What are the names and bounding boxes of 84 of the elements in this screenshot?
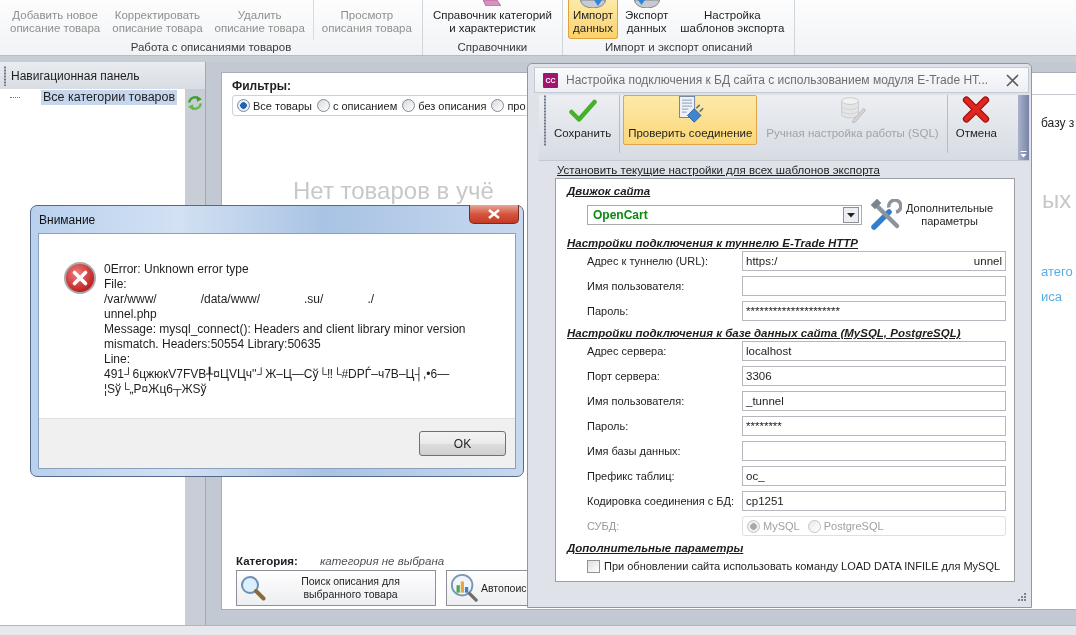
message-line: File: xyxy=(104,277,127,292)
text-field[interactable]: https:/ unnel xyxy=(742,251,1006,271)
radio-label: без описания xyxy=(418,99,487,112)
text-field[interactable]: cp1251 xyxy=(742,491,1006,511)
message-line: mismatch. Headers:50554 Library:50635 xyxy=(104,337,321,352)
field-label: Имя пользователя: xyxy=(587,395,686,407)
section-heading: Настройки подключения к базе данных сайта (MySQL, PostgreSQL) xyxy=(567,326,961,340)
radio-button[interactable] xyxy=(491,99,505,112)
ribbon-button[interactable]: Настройка шаблонов экспорта xyxy=(675,0,790,39)
field-label: Имя пользователя: xyxy=(587,280,686,292)
ribbon-button[interactable]: Импорт данных xyxy=(567,0,619,39)
dialog-title: Внимание xyxy=(39,212,96,227)
text-field[interactable]: oc_ xyxy=(742,466,1006,486)
section-heading: Настройки подключения к туннелю E-Trade HTTP xyxy=(567,236,859,250)
text-field[interactable]: ********************* xyxy=(742,301,1006,321)
close-button[interactable] xyxy=(1006,73,1019,87)
ribbon-button[interactable]: Справочник категорий и характеристик xyxy=(427,0,557,39)
toolbar-button[interactable]: Проверить соединение xyxy=(623,95,758,145)
toolbar-button[interactable]: Отмена xyxy=(950,95,1002,145)
chart-magnifier-icon xyxy=(450,574,478,602)
book-icon xyxy=(483,0,502,6)
radio-button[interactable] xyxy=(402,99,416,112)
toolbar-overflow-button[interactable] xyxy=(1018,95,1029,160)
extra-params-button[interactable]: Дополнительные параметры xyxy=(870,199,994,231)
checkbox-label: При обновлении сайта использовать команду LOAD DATA INFILE для MySQL xyxy=(604,560,1001,572)
close-button[interactable] xyxy=(469,205,519,224)
action-button[interactable]: Поиск описания для выбранного товара xyxy=(236,570,436,606)
disc-arrow-icon xyxy=(580,0,606,8)
field-label: Кодировка соединения с БД: xyxy=(587,495,736,507)
text-field[interactable] xyxy=(742,276,1006,296)
message-line: Line: xyxy=(104,352,131,366)
message-line: 491┘6цжюкV7FVB╀¤ЦVЦч''┘Ж–Ц—Сў└‼└#DPЃ–ч7В–Ц┤,•6—¦Sў└„Р¤Жц6┬ЖSў xyxy=(104,367,451,397)
field-label: Имя базы данных: xyxy=(587,445,682,457)
hint-text: базу з xyxy=(1041,116,1075,130)
field-label: Пароль: xyxy=(587,305,630,317)
field-label: Пароль: xyxy=(587,420,630,432)
field-label: Адрес сервера: xyxy=(587,345,668,357)
message-line: unnel.php xyxy=(104,307,157,322)
section-heading: Движок сайта xyxy=(567,184,651,198)
group-label: Импорт и экспорт описаний xyxy=(604,40,753,54)
radio-label: Все товары xyxy=(253,99,312,112)
apply-all-link[interactable]: Установить текущие настройки для всех шаблонов экспорта xyxy=(557,163,880,177)
field-label: СУБД: xyxy=(587,520,620,532)
engine-dropdown[interactable]: OpenCart xyxy=(587,205,862,225)
group-label: Справочники xyxy=(457,40,528,54)
radio-label: MySQL xyxy=(763,520,800,532)
text-field[interactable] xyxy=(742,441,1006,461)
field-label: Адрес к туннелю (URL): xyxy=(587,255,710,267)
close-icon xyxy=(1006,73,1019,87)
group-label: Работа с описаниями товаров xyxy=(130,40,292,54)
tools-icon xyxy=(870,199,902,231)
radio-button[interactable] xyxy=(237,99,250,112)
chevron-down-icon xyxy=(1020,151,1027,158)
magnifier-icon xyxy=(240,575,266,601)
toolbar-button[interactable]: Сохранить xyxy=(549,95,617,145)
message-line: /var/www/ /data/www/ .su/ ./ xyxy=(104,292,375,307)
category-label: Категория: xyxy=(236,555,298,567)
filters-title: Фильтры: xyxy=(232,80,291,93)
field-label: Префикс таблиц: xyxy=(587,470,676,482)
resize-grip-icon[interactable] xyxy=(1018,593,1026,601)
text-field[interactable]: ******** xyxy=(742,416,1006,436)
panel-title: Навигационная панель xyxy=(11,68,140,83)
message-line: 0Error: Unknown error type xyxy=(104,262,249,277)
disc-arrow-icon xyxy=(633,0,660,8)
error-icon xyxy=(64,262,96,294)
refresh-icon[interactable] xyxy=(187,95,203,111)
field-label: Порт сервера: xyxy=(587,370,661,382)
ribbon-button[interactable]: Экспорт данных xyxy=(620,0,674,39)
category-value: категория не выбрана xyxy=(319,555,445,567)
text-field[interactable]: localhost xyxy=(742,341,1006,361)
ok-button[interactable]: OK xyxy=(419,431,506,456)
check-icon xyxy=(568,99,597,123)
close-icon xyxy=(488,209,500,219)
tree-item[interactable]: Все категории товаров xyxy=(41,90,178,105)
message-line: Message: mysql_connect(): Headers and client library minor version xyxy=(104,322,466,337)
dialog-title: Настройка подключения к БД сайта с использованием модуля E-Trade HT... xyxy=(566,73,989,87)
radio-label: про xyxy=(507,99,526,112)
text-field[interactable]: 3306 xyxy=(742,366,1006,386)
radio-button[interactable] xyxy=(316,99,330,112)
radio-label: PostgreSQL xyxy=(823,520,884,532)
checkbox[interactable] xyxy=(587,559,600,573)
section-heading: Дополнительные параметры xyxy=(567,541,744,555)
text-field[interactable]: _tunnel xyxy=(742,391,1006,411)
radio-label: с описанием xyxy=(332,99,398,112)
